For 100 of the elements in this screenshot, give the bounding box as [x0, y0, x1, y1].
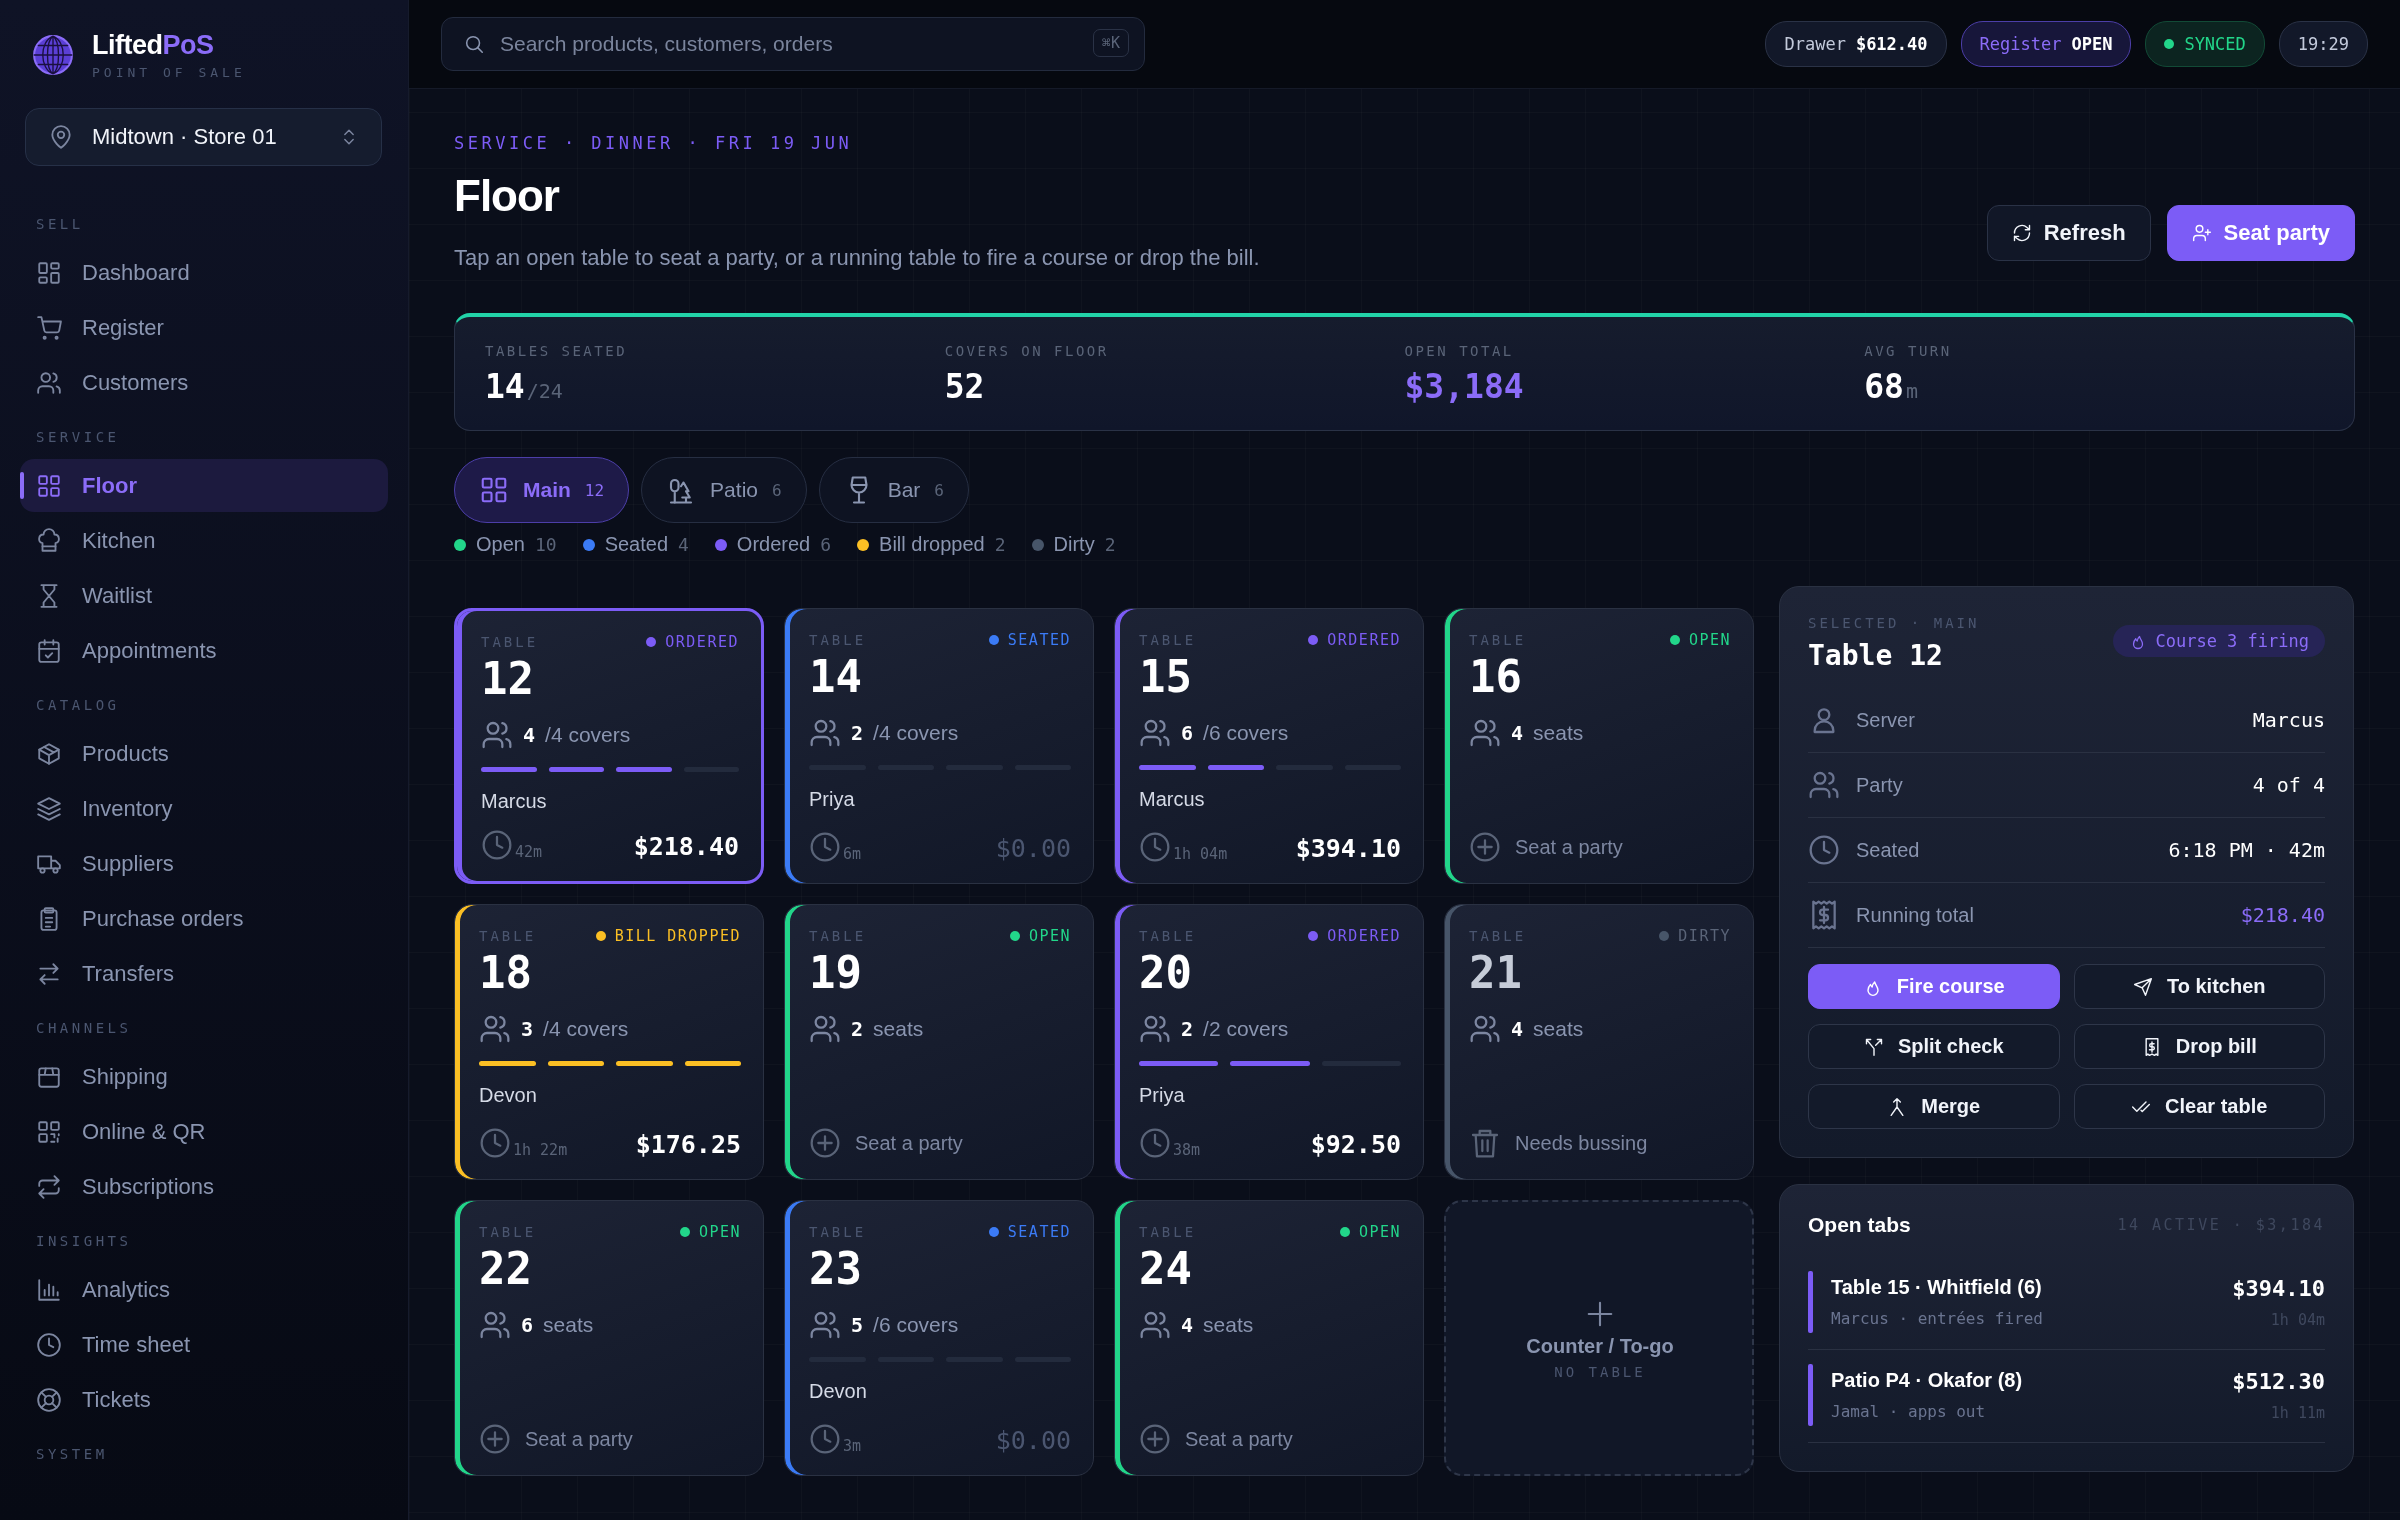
- seat-party-button[interactable]: Seat party: [2166, 205, 2355, 261]
- refresh-icon: [2011, 223, 2032, 243]
- action-button[interactable]: Split check: [1808, 1024, 2060, 1069]
- table-status: ORDERED: [665, 633, 739, 651]
- capacity-label: seats: [873, 1017, 924, 1042]
- action-button[interactable]: Merge: [1808, 1084, 2060, 1129]
- capacity-label: seats: [543, 1313, 594, 1338]
- nav-item[interactable]: Floor: [20, 459, 388, 512]
- zone-tab[interactable]: Patio 6: [641, 457, 807, 523]
- plus-circle-icon: [809, 1127, 841, 1159]
- table-card[interactable]: TABLE SEATED 23 5 /6 covers Devon 3m $0.00: [784, 1200, 1094, 1476]
- table-card[interactable]: TABLE OPEN 16 4 seats Seat a party: [1444, 608, 1754, 884]
- tab-name: Patio P4 · Okafor (8): [1831, 1369, 2024, 1392]
- action-button[interactable]: Fire course: [1808, 964, 2060, 1009]
- zone-tab[interactable]: Main 12: [454, 457, 630, 523]
- nav-section-heading: CATALOG: [35, 696, 121, 715]
- table-number: 16: [1469, 653, 1523, 702]
- detail-value: 6:18 PM · 42m: [2168, 838, 2325, 862]
- elapsed-time: 38m: [1173, 1141, 1201, 1159]
- clock-icon: [1808, 834, 1840, 866]
- party-size: 6: [1181, 721, 1194, 746]
- server-name: Priya: [809, 788, 856, 812]
- table-total: $394.10: [1295, 834, 1401, 863]
- capacity-label: /6 covers: [1203, 721, 1289, 746]
- status-pill: Drawer $612.40: [1765, 21, 1947, 67]
- tab-detail: Jamal · apps out: [1831, 1402, 1987, 1421]
- nav-item[interactable]: Register: [20, 301, 388, 354]
- table-card[interactable]: TABLE DIRTY 21 4 seats Needs bussing: [1444, 904, 1754, 1180]
- table-caption: TABLE: [481, 634, 539, 650]
- server-name: Devon: [809, 1380, 868, 1404]
- table-card[interactable]: TABLE SEATED 14 2 /4 covers Priya 6m $0.00: [784, 608, 1094, 884]
- nav-item[interactable]: Tickets: [20, 1373, 388, 1426]
- detail-label: Party: [1856, 773, 1904, 797]
- zone-tab[interactable]: Bar 6: [818, 457, 969, 523]
- table-caption: TABLE: [479, 928, 537, 944]
- table-status: OPEN: [1688, 631, 1731, 649]
- detail-label: Server: [1856, 708, 1916, 732]
- capacity-label: /6 covers: [873, 1313, 959, 1338]
- detail-value: $218.40: [2240, 903, 2325, 927]
- elapsed-time: 1h 04m: [1173, 845, 1228, 863]
- nav-item[interactable]: Shipping: [20, 1050, 388, 1103]
- table-card[interactable]: TABLE OPEN 24 4 seats Seat a party: [1114, 1200, 1424, 1476]
- clock-icon: [36, 1331, 62, 1358]
- table-status: OPEN: [1028, 927, 1071, 945]
- table-card[interactable]: TABLE ORDERED 15 6 /6 covers Marcus 1h 04m $394.10: [1114, 608, 1424, 884]
- table-card[interactable]: TABLE OPEN 22 6 seats Seat a party: [454, 1200, 764, 1476]
- capacity-label: seats: [1203, 1313, 1254, 1338]
- bar-chart-icon: [36, 1276, 62, 1303]
- nav-item[interactable]: Inventory: [20, 782, 388, 835]
- store-selector[interactable]: Midtown · Store 01: [25, 108, 382, 166]
- nav-item[interactable]: Suppliers: [20, 837, 388, 890]
- clock-icon: [809, 831, 841, 863]
- nav-item[interactable]: Analytics: [20, 1263, 388, 1316]
- stat-unit: /24: [526, 379, 563, 403]
- action-button[interactable]: To kitchen: [2073, 964, 2325, 1009]
- counter-label: Counter / To-go: [1526, 1334, 1674, 1358]
- table-card[interactable]: TABLE ORDERED 20 2 /2 covers Priya 38m $92.50: [1114, 904, 1424, 1180]
- nav-item[interactable]: Products: [20, 727, 388, 780]
- table-caption: TABLE: [1469, 928, 1527, 944]
- counter-card[interactable]: Counter / To-go NO TABLE: [1444, 1200, 1754, 1476]
- table-status: DIRTY: [1678, 927, 1731, 945]
- refresh-button[interactable]: Refresh: [1986, 205, 2151, 261]
- panel-caption: SELECTED · MAIN: [1808, 615, 1980, 631]
- table-card[interactable]: TABLE OPEN 19 2 seats Seat a party: [784, 904, 1094, 1180]
- repeat-icon: [36, 1173, 62, 1200]
- legend-count: 2: [994, 534, 1006, 555]
- counter-sublabel: NO TABLE: [1554, 1363, 1646, 1380]
- tab-name: Table 15 · Whitfield (6): [1831, 1276, 2043, 1299]
- nav-item[interactable]: Customers: [20, 356, 388, 409]
- globe-logo-icon: [32, 34, 74, 76]
- nav-item[interactable]: Kitchen: [20, 514, 388, 567]
- add-person-icon: [2191, 223, 2212, 243]
- nav-item[interactable]: Appointments: [20, 624, 388, 677]
- table-number: 23: [809, 1245, 863, 1294]
- table-caption: TABLE: [809, 632, 867, 648]
- table-number: 14: [809, 653, 863, 702]
- plus-circle-icon: [1469, 831, 1501, 863]
- nav-item[interactable]: Time sheet: [20, 1318, 388, 1371]
- table-caption: TABLE: [1139, 632, 1197, 648]
- nav-item[interactable]: Transfers: [20, 947, 388, 1000]
- action-button[interactable]: Clear table: [2073, 1084, 2325, 1129]
- status-pill: SYNCED: [2145, 21, 2265, 67]
- table-card[interactable]: TABLE BILL DROPPED 18 3 /4 covers Devon 1h 22m $176.25: [454, 904, 764, 1180]
- legend-label: Seated: [604, 533, 668, 556]
- server-name: Marcus: [1139, 788, 1206, 812]
- table-card[interactable]: TABLE ORDERED 12 4 /4 covers Marcus 42m $218.40: [454, 608, 764, 884]
- table-action: Needs bussing: [1515, 1131, 1648, 1155]
- nav-item[interactable]: Subscriptions: [20, 1160, 388, 1213]
- legend-count: 2: [1104, 534, 1116, 555]
- nav-item[interactable]: Purchase orders: [20, 892, 388, 945]
- nav-item[interactable]: Waitlist: [20, 569, 388, 622]
- nav-item[interactable]: Online & QR: [20, 1105, 388, 1158]
- nav-item[interactable]: Dashboard: [20, 246, 388, 299]
- breadcrumb: SERVICE · DINNER · FRI 19 JUN: [454, 133, 854, 153]
- qr-code-icon: [36, 1118, 62, 1145]
- clock-icon: [479, 1127, 511, 1159]
- chef-hat-icon: [36, 527, 62, 554]
- party-size: 4: [1511, 1017, 1524, 1042]
- detail-label: Seated: [1856, 838, 1921, 862]
- action-button[interactable]: Drop bill: [2073, 1024, 2325, 1069]
